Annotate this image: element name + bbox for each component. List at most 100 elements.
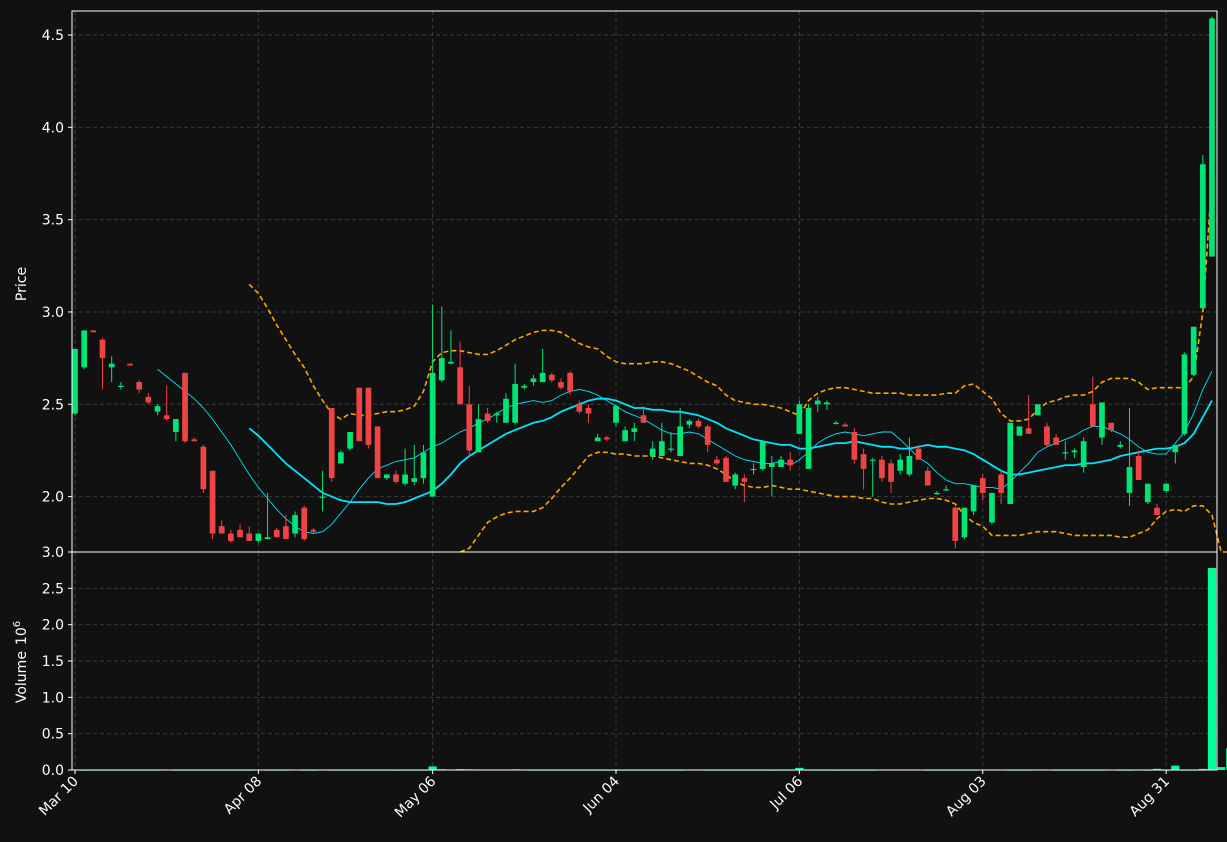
candle-body [209,470,216,534]
candle-body [714,459,720,464]
candle-body [228,533,234,541]
candle-body [1135,455,1142,480]
candle-body [1163,483,1169,492]
candle-body [686,420,693,425]
candle-body [411,478,418,482]
candle-body [934,492,940,495]
candle-body [365,387,372,445]
candle-body [347,431,353,449]
candle-body [420,452,427,479]
candle-body [750,468,757,471]
candle-body [915,448,922,460]
candle-body [1016,426,1023,436]
candle-body [622,430,629,442]
candle-body [558,382,564,388]
candle-body [1126,467,1133,493]
x-tick-label: Aug 31 [1127,774,1173,820]
candle-body [879,459,885,479]
candle-body [989,492,995,523]
candle-body [1144,483,1151,503]
candle-body [154,406,161,412]
candle-body [613,406,619,423]
candle-body [273,529,280,538]
volume-tick-label: 2.0 [42,618,64,634]
candle-body [493,413,500,416]
candle-body [393,474,399,482]
candle-body [906,455,913,475]
candle-body [1099,402,1105,438]
candle-body [264,537,271,540]
candle-body [952,507,959,541]
candle-body [603,437,610,440]
candle-body [521,385,528,388]
moving-average-fast [157,368,1213,534]
candle-body [842,424,849,427]
bollinger-bands [248,178,1227,553]
moving-average-slow [248,397,1213,505]
candle-body [631,428,638,432]
candle-body [310,529,317,532]
candle-body [585,407,592,414]
candle-body [448,361,454,364]
candle-body [1108,422,1114,431]
candle-body [787,459,794,466]
volume-axis-label-text: Volume [14,651,30,703]
volume-scale-exponent: 6 [12,621,23,627]
candle-body [484,413,491,421]
candle-body [255,533,262,541]
volume-bar [1207,567,1217,770]
candle-body [108,363,115,368]
candle-body [979,478,986,493]
candle-body [677,426,684,456]
candle-body [246,533,253,541]
candle-body [338,452,344,464]
candle-body [897,459,904,471]
x-tick-label: Mar 10 [36,774,82,820]
candle-body [970,485,977,512]
price-panel-frame [71,10,1218,553]
candle-body [1053,437,1059,445]
candle-body [668,448,674,450]
candle-body [860,454,867,469]
volume-tick-label: 1.0 [42,690,64,706]
candle-body [90,330,97,333]
candle-body [796,404,803,434]
candle-body [851,431,858,460]
candle-body [237,529,243,538]
price-tick-label: 3.0 [42,305,64,321]
candle-body [778,459,784,468]
candle-body [356,387,363,442]
candle-body [429,372,436,497]
candle-body [998,474,1004,493]
candle-body [383,474,390,479]
volume-grid [72,551,1217,771]
candle-body [503,398,509,423]
candle-body [961,507,968,538]
candle-body [805,407,812,469]
volume-bars [70,567,1227,771]
candle-body [548,374,555,381]
candle-body [1007,422,1014,504]
candle-body [530,378,537,383]
candle-body [512,383,518,423]
candle-body [594,437,601,442]
candle-body [1080,441,1087,468]
volume-scale-base: 10 [14,627,30,645]
candle-body [163,415,170,420]
bollinger-lower-band [459,451,1227,553]
candle-body [732,474,739,486]
candle-body [438,358,445,381]
volume-y-ticks: 0.0 0.5 1.0 1.5 2.0 2.5 3.0 [42,545,72,779]
price-tick-label: 3.5 [42,213,64,229]
candle-body [1154,507,1160,516]
candle-body [640,415,647,423]
price-axis-label: Price [14,267,30,301]
candle-body [888,463,894,482]
candle-body [127,363,133,366]
price-grid [72,11,1217,552]
volume-tick-label: 0.0 [42,763,64,779]
candle-body [182,372,188,442]
x-ticks: Mar 10 Apr 08 May 06 Jun 04 Jul 06 Aug 03 Aug … [36,770,1173,821]
candle-body [402,474,408,484]
x-tick-label: Jun 04 [580,773,623,816]
